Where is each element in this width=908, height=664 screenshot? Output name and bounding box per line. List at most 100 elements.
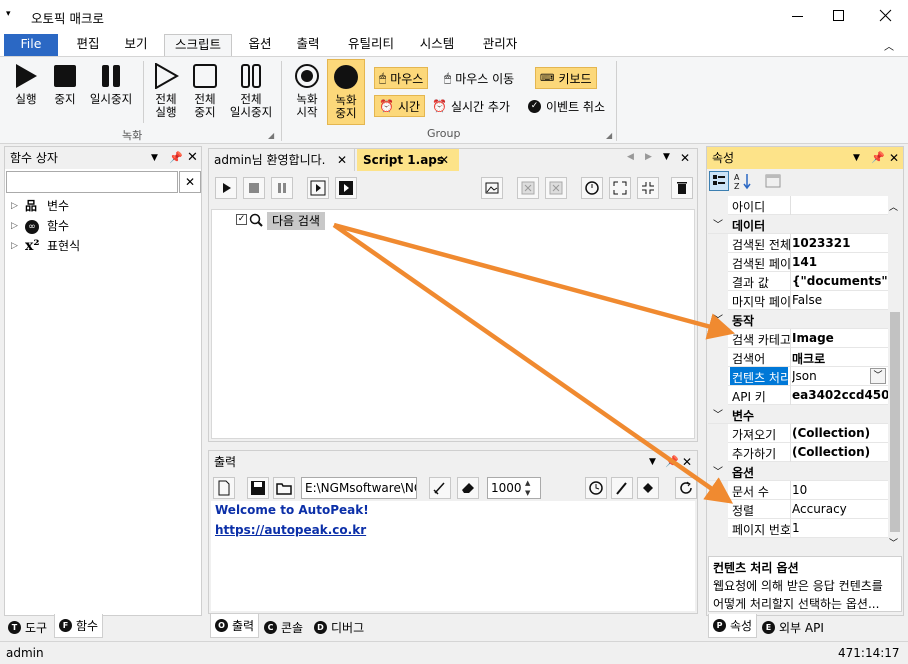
function-search-input[interactable] <box>6 171 178 193</box>
play-button[interactable] <box>215 177 237 199</box>
tab-external-api[interactable]: E 외부 API <box>758 616 828 638</box>
tab-list-icon[interactable]: ▼ <box>663 152 670 162</box>
categorized-view-button[interactable] <box>709 171 729 191</box>
property-row[interactable]: 검색어 매크로 <box>708 348 888 367</box>
scroll-thumb[interactable] <box>890 312 900 532</box>
close-button[interactable] <box>864 0 908 32</box>
record-start-button[interactable]: 녹화 시작 <box>288 63 326 119</box>
property-scrollbar[interactable]: ︿ ﹀ <box>888 196 902 552</box>
clock-button[interactable] <box>585 477 607 499</box>
property-category[interactable]: ﹀ 변수 <box>708 405 888 424</box>
close-icon[interactable]: ✕ <box>680 151 690 165</box>
time-toggle[interactable]: ⏰ 시간 <box>374 95 426 117</box>
property-value[interactable]: 매크로 <box>792 350 888 367</box>
property-value[interactable]: 1023321 <box>792 236 888 250</box>
property-value[interactable]: Accuracy <box>792 502 888 516</box>
property-category[interactable]: ﹀ 데이터 <box>708 215 888 234</box>
dropdown-icon[interactable]: ▼ <box>853 147 860 169</box>
close-icon[interactable]: ✕ <box>889 147 899 169</box>
expand-icon[interactable]: ▷ <box>11 241 25 251</box>
property-row[interactable]: 가져오기 (Collection) <box>708 424 888 443</box>
property-value[interactable]: 10 <box>792 483 888 497</box>
tree-item-variables[interactable]: ▷ 品 변수 <box>11 197 69 214</box>
mouse-move-button[interactable]: 🖱 마우스 이동 <box>444 67 514 89</box>
collapse-icon[interactable]: ﹀ <box>713 216 723 231</box>
property-category[interactable]: ﹀ 동작 <box>708 310 888 329</box>
add-realtime-button[interactable]: ⏰ 실시간 추가 <box>432 95 510 117</box>
system-menu-icon[interactable]: ▾ <box>6 9 11 19</box>
step-button[interactable] <box>307 177 329 199</box>
collapse-icon[interactable]: ﹀ <box>713 406 723 421</box>
stop-button[interactable]: 중지 <box>46 63 84 106</box>
clear-search-button[interactable]: ✕ <box>179 171 201 193</box>
property-value[interactable]: 1 <box>792 521 888 535</box>
stop-button[interactable] <box>243 177 265 199</box>
tab-options[interactable]: 옵션 <box>238 34 282 56</box>
property-row[interactable]: 페이지 번호 1 <box>708 519 888 538</box>
fill-button[interactable] <box>637 477 659 499</box>
property-row[interactable]: 검색 카테고리Image <box>708 329 888 348</box>
property-row[interactable]: 문서 수 10 <box>708 481 888 500</box>
collapse-icon[interactable]: ﹀ <box>713 463 723 478</box>
delete-button[interactable] <box>517 177 539 199</box>
property-value[interactable]: Image <box>792 331 888 345</box>
property-row[interactable]: 검색된 페이지141 <box>708 253 888 272</box>
property-row[interactable]: 추가하기 (Collection) <box>708 443 888 462</box>
save-log-button[interactable] <box>247 477 269 499</box>
property-value[interactable]: (Collection) <box>792 426 888 440</box>
pin-icon[interactable]: 📌 <box>665 451 679 473</box>
mouse-toggle[interactable]: 🖱 마우스 <box>374 67 429 89</box>
property-value[interactable]: (Collection) <box>792 445 888 459</box>
doc-tab-script[interactable]: Script 1.aps ✕ <box>357 149 459 171</box>
output-path-input[interactable]: E:\NGMsoftware\NG <box>301 477 417 499</box>
scroll-down-icon[interactable]: ﹀ <box>889 536 898 549</box>
collapse-button[interactable] <box>637 177 659 199</box>
scroll-up-icon[interactable]: ︿ <box>889 200 898 213</box>
tree-item-expressions[interactable]: ▷ x² 표현식 <box>11 237 80 254</box>
property-value[interactable]: {"documents":[{" <box>792 274 888 288</box>
brush-button[interactable] <box>611 477 633 499</box>
tab-properties[interactable]: P 속성 <box>708 614 758 638</box>
run-all-button[interactable]: 전체 실행 <box>146 63 186 119</box>
property-row[interactable]: 검색된 전체 1023321 <box>708 234 888 253</box>
scroll-right-icon[interactable]: ▶ <box>645 152 652 162</box>
pin-icon[interactable]: 📌 <box>169 147 183 169</box>
dropdown-icon[interactable]: ▼ <box>151 147 158 169</box>
keyboard-toggle[interactable]: ⌨ 키보드 <box>535 67 597 89</box>
dialog-launcher-icon[interactable]: ◢ <box>606 131 612 140</box>
doc-tab-welcome[interactable]: admin님 환영합니다. ✕ <box>209 149 355 171</box>
cancel-event-button[interactable]: ✓ 이벤트 취소 <box>528 95 605 117</box>
tab-admin[interactable]: 관리자 <box>470 34 530 56</box>
tree-item-functions[interactable]: ▷ ∞ 함수 <box>11 217 69 234</box>
property-row[interactable]: 컨텐츠 처리 Json ﹀ <box>708 367 888 386</box>
script-canvas[interactable]: ✓ 다음 검색 <box>211 209 695 439</box>
tab-tools[interactable]: T 도구 <box>4 616 51 638</box>
clean-button[interactable] <box>429 477 451 499</box>
stop-all-button[interactable]: 전체 중지 <box>186 63 224 119</box>
run-button[interactable]: 실행 <box>6 63 46 106</box>
image-button[interactable] <box>481 177 503 199</box>
property-row[interactable]: 아이디 <box>708 196 888 215</box>
expand-button[interactable] <box>609 177 631 199</box>
delete-all-button[interactable] <box>545 177 567 199</box>
tab-debug[interactable]: D 디버그 <box>310 616 368 638</box>
tab-utility[interactable]: 유틸리티 <box>336 34 406 56</box>
trash-button[interactable] <box>671 177 693 199</box>
collapse-ribbon-icon[interactable]: ︿ <box>884 38 894 53</box>
expand-icon[interactable]: ▷ <box>11 221 25 231</box>
tab-view[interactable]: 보기 <box>114 34 158 56</box>
open-folder-button[interactable] <box>273 477 295 499</box>
line-limit-input[interactable]: 1000 <box>487 477 541 499</box>
node-checkbox[interactable]: ✓ <box>236 214 247 225</box>
minimize-button[interactable] <box>776 0 820 32</box>
close-icon[interactable]: ✕ <box>682 451 692 473</box>
property-category[interactable]: ﹀ 옵션 <box>708 462 888 481</box>
website-link[interactable]: https://autopeak.co.kr <box>215 523 366 537</box>
collapse-icon[interactable]: ﹀ <box>713 311 723 326</box>
close-icon[interactable]: ✕ <box>337 149 347 171</box>
property-row[interactable]: 정렬 Accuracy <box>708 500 888 519</box>
expand-icon[interactable]: ▷ <box>11 201 25 211</box>
close-icon[interactable]: ✕ <box>439 149 449 171</box>
close-icon[interactable]: ✕ <box>187 147 198 169</box>
pause-all-button[interactable]: 전체 일시중지 <box>224 63 278 119</box>
